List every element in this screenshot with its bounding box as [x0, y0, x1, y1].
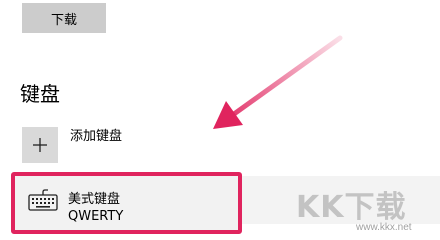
watermark-logo: KK下载	[296, 190, 407, 225]
watermark: KK下载 www.kkx.net	[296, 182, 436, 238]
watermark-url: www.kkx.net	[356, 222, 412, 233]
